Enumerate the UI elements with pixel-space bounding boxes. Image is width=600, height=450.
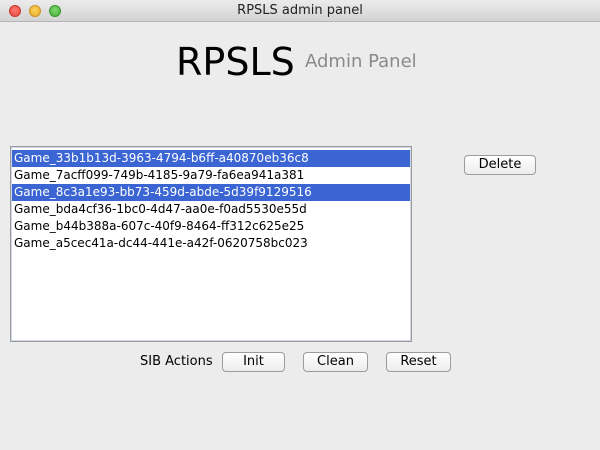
list-item[interactable]: Game_7acff099-749b-4185-9a79-fa6ea941a38… [12,167,410,184]
window-title: RPSLS admin panel [237,3,363,18]
window-titlebar[interactable]: RPSLS admin panel [0,0,600,22]
list-item[interactable]: Game_b44b388a-607c-40f9-8464-ff312c625e2… [12,218,410,235]
list-item[interactable]: Game_8c3a1e93-bb73-459d-abde-5d39f912951… [12,184,410,201]
reset-button[interactable]: Reset [386,352,451,372]
admin-window: RPSLS admin panel RPSLS Admin Panel Game… [0,0,600,450]
sib-actions-label: SIB Actions [140,354,213,369]
list-item[interactable]: Game_33b1b13d-3963-4794-b6ff-a40870eb36c… [12,150,410,167]
list-item[interactable]: Game_bda4cf36-1bc0-4d47-aa0e-f0ad5530e55… [12,201,410,218]
delete-button[interactable]: Delete [464,155,536,175]
page-subtitle: Admin Panel [305,51,417,72]
zoom-window-icon[interactable] [49,5,61,17]
clean-button[interactable]: Clean [303,352,368,372]
page-title: RPSLS [176,40,295,84]
init-button[interactable]: Init [222,352,285,372]
games-list[interactable]: Game_33b1b13d-3963-4794-b6ff-a40870eb36c… [10,146,412,342]
close-window-icon[interactable] [9,5,21,17]
minimize-window-icon[interactable] [29,5,41,17]
list-item[interactable]: Game_a5cec41a-dc44-441e-a42f-0620758bc02… [12,235,410,252]
